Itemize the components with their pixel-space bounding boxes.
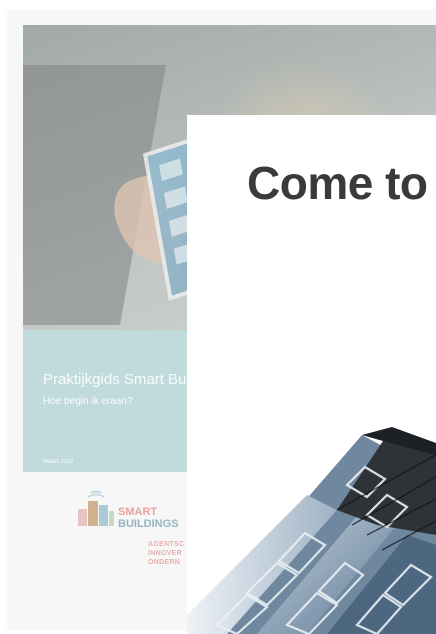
building-facade-photo xyxy=(187,427,436,634)
agency-line: INNOVER xyxy=(148,550,182,557)
smart-buildings-logo-text: SMART BUILDINGS xyxy=(118,506,179,530)
agency-name: AGENTSC INNOVER ONDERN xyxy=(148,540,184,567)
brochure-title: Praktijkgids Smart Bu xyxy=(43,371,187,388)
brochure-date: Maart 2022 xyxy=(43,459,74,465)
brochure-subtitle: Hoe begin ik eraan? xyxy=(43,396,133,407)
promo-card[interactable]: Come to xyxy=(187,115,436,634)
agency-line: AGENTSC xyxy=(148,541,185,548)
agency-line: ONDERN xyxy=(148,559,181,566)
smart-buildings-logo-icon xyxy=(78,490,114,526)
logo-line-buildings: BUILDINGS xyxy=(118,518,179,530)
card-title: Come to xyxy=(247,157,428,209)
logo-line-smart: SMART xyxy=(118,506,158,518)
